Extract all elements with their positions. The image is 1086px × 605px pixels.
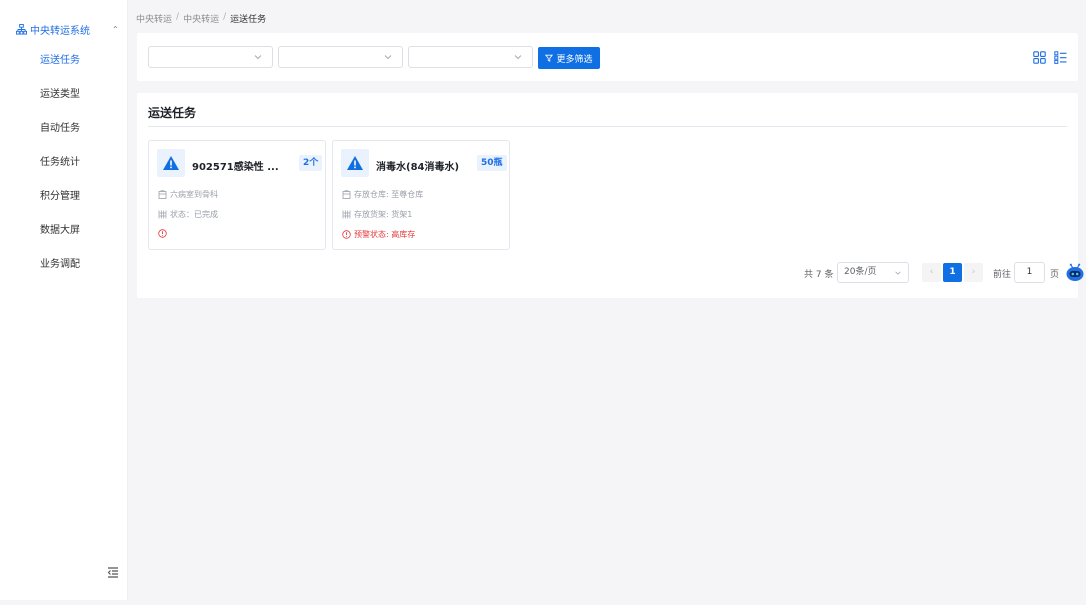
sidebar-item-delivery-types[interactable]: 运送类型: [0, 78, 127, 112]
filter-select-1[interactable]: [148, 46, 273, 68]
grid-view-icon[interactable]: [1033, 51, 1046, 64]
card-status-text: 状态：已完成: [170, 210, 218, 219]
card-warehouse: 存放仓库: 至尊仓库: [342, 189, 423, 200]
card-route: 六病室到骨科: [158, 189, 218, 200]
sidebar-item-points[interactable]: 积分管理: [0, 180, 127, 214]
quantity-badge: 2个: [299, 155, 323, 171]
alert-circle-icon: [342, 230, 351, 239]
page-number-current[interactable]: 1: [943, 263, 962, 282]
card-alert: 预警状态: 高库存: [342, 229, 415, 240]
card-shelf: 存放货架: 货架1: [342, 209, 412, 220]
sidebar: 中央转运系统 ⌃ 运送任务 运送类型 自动任务 任务统计 积分管理 数据大屏 业…: [0, 0, 128, 600]
card-warehouse-text: 存放仓库: 至尊仓库: [354, 190, 424, 199]
breadcrumb-item[interactable]: 中央转运: [136, 12, 172, 25]
goto-page-input[interactable]: 1: [1014, 262, 1045, 283]
chevron-down-icon: [895, 271, 901, 275]
filter-bar: 更多筛选: [137, 33, 1078, 81]
next-page-button[interactable]: ›: [964, 263, 983, 282]
warning-triangle-icon: [163, 156, 179, 170]
panel-title: 运送任务: [148, 106, 197, 120]
filter-icon: [545, 54, 554, 62]
breadcrumb-current: 运送任务: [230, 15, 267, 25]
more-filters-label: 更多筛选: [556, 54, 593, 65]
org-chart-icon: [16, 23, 27, 35]
sidebar-group-label: 中央转运系统: [30, 25, 90, 37]
card-alert: [158, 229, 170, 238]
alert-circle-icon: [158, 229, 167, 238]
filter-select-2[interactable]: [278, 46, 403, 68]
card-icon-box: [157, 149, 185, 177]
chevron-up-icon: ⌃: [112, 24, 119, 34]
collapse-menu-icon[interactable]: [107, 566, 119, 578]
chevron-down-icon: [254, 55, 262, 60]
sidebar-menu: 运送任务 运送类型 自动任务 任务统计 积分管理 数据大屏 业务调配: [0, 44, 127, 282]
sidebar-group-central-transport[interactable]: 中央转运系统 ⌃: [0, 20, 127, 38]
card-title: 消毒水(84消毒水): [376, 162, 460, 173]
more-filters-button[interactable]: 更多筛选: [538, 47, 600, 69]
card-route-text: 六病室到骨科: [170, 190, 218, 199]
card-status: 状态：已完成: [158, 209, 218, 220]
task-panel: 运送任务 902571感染性 ... 2个 六病室到骨科 状态：已完成 消毒水(…: [137, 93, 1078, 298]
breadcrumb-separator: /: [223, 12, 227, 22]
warning-triangle-icon: [347, 156, 363, 170]
page-size-value: 20条/页: [844, 267, 877, 277]
quantity-badge: 50瓶: [477, 155, 507, 171]
list-view-icon[interactable]: [1054, 51, 1067, 64]
task-card[interactable]: 902571感染性 ... 2个 六病室到骨科 状态：已完成: [148, 140, 326, 250]
sidebar-item-dashboard[interactable]: 数据大屏: [0, 214, 127, 248]
pagination-total: 共 7 条: [804, 270, 834, 280]
sidebar-item-delivery-tasks[interactable]: 运送任务: [0, 44, 127, 78]
prev-page-button[interactable]: ‹: [922, 263, 941, 282]
robot-assistant-icon[interactable]: [1065, 262, 1085, 282]
sidebar-item-task-stats[interactable]: 任务统计: [0, 146, 127, 180]
filter-select-3[interactable]: [408, 46, 533, 68]
chevron-down-icon: [384, 55, 392, 60]
breadcrumb-separator: /: [176, 12, 180, 22]
task-card[interactable]: 消毒水(84消毒水) 50瓶 存放仓库: 至尊仓库 存放货架: 货架1 预警状态…: [332, 140, 510, 250]
shelf-icon: [342, 210, 351, 219]
divider: [148, 126, 1067, 127]
card-icon-box: [341, 149, 369, 177]
card-alert-text: 预警状态: 高库存: [354, 230, 416, 239]
goto-label: 前往: [993, 270, 1012, 280]
chevron-down-icon: [514, 55, 522, 60]
clipboard-icon: [342, 190, 351, 199]
page-unit-label: 页: [1050, 270, 1060, 280]
clipboard-icon: [158, 190, 167, 199]
card-title: 902571感染性 ...: [192, 162, 279, 173]
shelf-icon: [158, 210, 167, 219]
page-size-select[interactable]: 20条/页: [837, 262, 909, 283]
breadcrumb: 中央转运 / 中央转运 / 运送任务: [136, 12, 266, 25]
sidebar-item-auto-tasks[interactable]: 自动任务: [0, 112, 127, 146]
sidebar-item-dispatch[interactable]: 业务调配: [0, 248, 127, 282]
pagination: 共 7 条 20条/页 ‹ 1 › 前往 1 页: [137, 262, 1078, 284]
card-shelf-text: 存放货架: 货架1: [354, 210, 413, 219]
breadcrumb-item[interactable]: 中央转运: [183, 12, 219, 25]
